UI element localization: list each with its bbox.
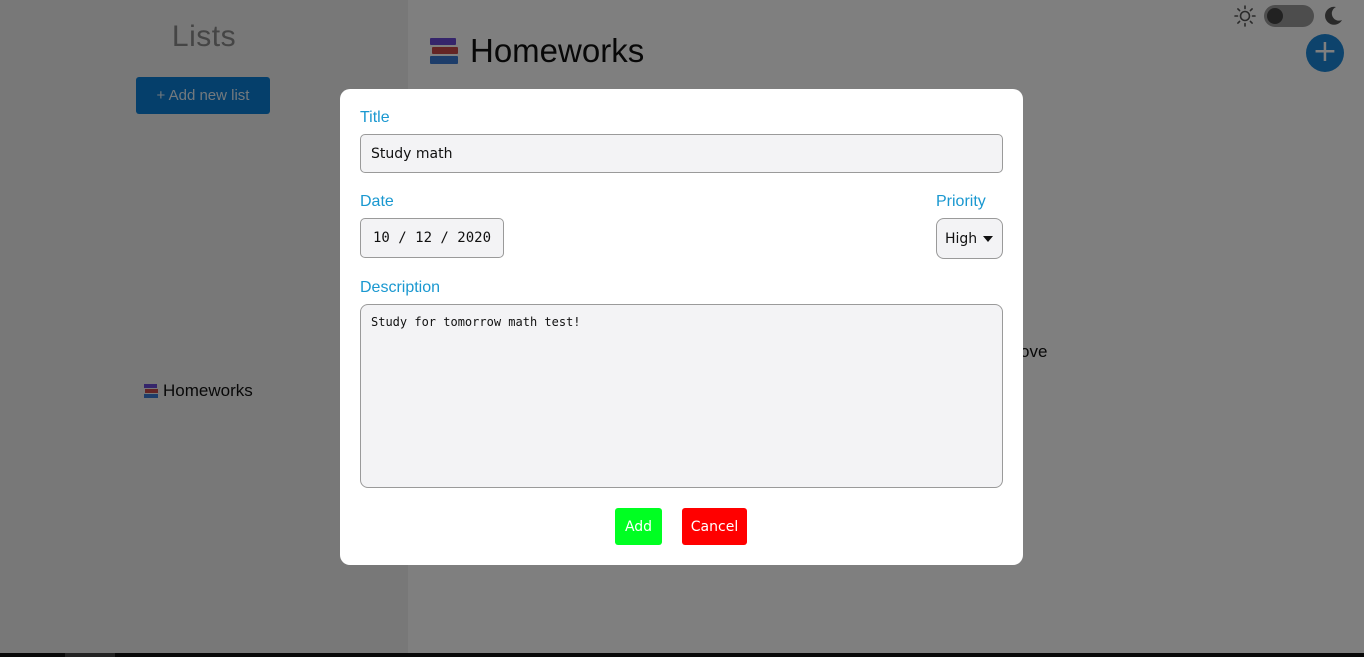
description-label: Description — [360, 279, 441, 296]
add-button[interactable]: Add — [615, 508, 662, 545]
title-input[interactable] — [360, 134, 1003, 173]
priority-selected-value: High — [945, 230, 978, 247]
add-task-dialog: Title Date Priority High Description Stu… — [340, 89, 1023, 565]
title-label: Title — [360, 109, 390, 126]
date-input[interactable] — [360, 218, 504, 258]
priority-label: Priority — [936, 193, 986, 210]
priority-select[interactable]: High — [936, 218, 1003, 259]
chevron-down-icon — [983, 235, 994, 242]
cancel-button[interactable]: Cancel — [682, 508, 747, 545]
description-textarea[interactable]: Study for tomorrow math test! — [360, 304, 1003, 488]
date-label: Date — [360, 193, 394, 210]
